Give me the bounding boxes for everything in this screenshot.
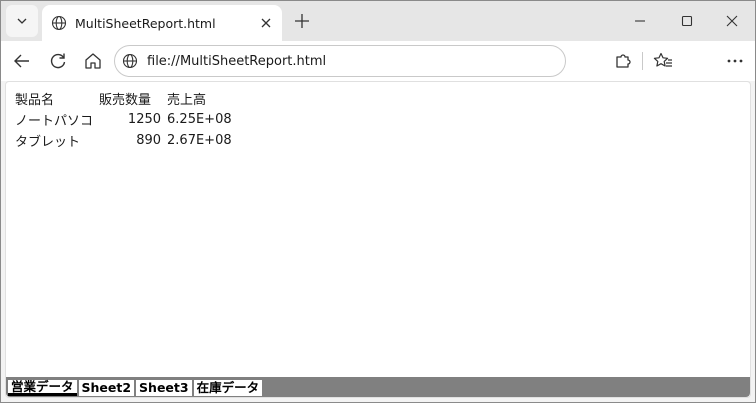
globe-icon bbox=[122, 53, 138, 69]
table-row: ノートパソコ 1250 6.25E+08 bbox=[12, 109, 235, 130]
sheet-tab-sheet2[interactable]: Sheet2 bbox=[78, 380, 135, 396]
cell-sales: 6.25E+08 bbox=[167, 112, 232, 127]
tab-title: MultiSheetReport.html bbox=[75, 15, 216, 31]
cell-quantity: 890 bbox=[136, 133, 162, 148]
favorites-icon[interactable] bbox=[653, 51, 673, 71]
reload-icon[interactable] bbox=[48, 51, 68, 71]
more-icon[interactable] bbox=[725, 51, 745, 71]
browser-tab[interactable]: MultiSheetReport.html bbox=[42, 5, 282, 41]
address-bar[interactable]: file://MultiSheetReport.html bbox=[114, 45, 566, 77]
sheet-tabs: 営業データ Sheet2 Sheet3 在庫データ bbox=[8, 380, 264, 396]
table-header-row: 製品名 販売数量 売上高 bbox=[12, 88, 235, 109]
globe-icon bbox=[51, 15, 67, 31]
cell-sales: 2.67E+08 bbox=[167, 133, 232, 148]
cell-product: タブレット bbox=[15, 135, 81, 150]
close-icon[interactable] bbox=[258, 15, 274, 31]
close-window-icon[interactable] bbox=[723, 12, 741, 30]
sheet-tab-sheet3[interactable]: Sheet3 bbox=[136, 380, 192, 396]
minimize-icon[interactable] bbox=[631, 12, 649, 30]
cell-product: ノートパソコ bbox=[15, 114, 94, 129]
column-header-product: 製品名 bbox=[15, 93, 55, 108]
address-url[interactable]: file://MultiSheetReport.html bbox=[147, 54, 326, 69]
maximize-icon[interactable] bbox=[678, 12, 696, 30]
sheet-tab-inventory[interactable]: 在庫データ bbox=[193, 380, 263, 396]
column-header-quantity: 販売数量 bbox=[99, 93, 152, 108]
page-viewport: 製品名 販売数量 売上高 ノートパソコ 1250 6.25E+08 タブレット … bbox=[5, 81, 751, 398]
sheet-table: 製品名 販売数量 売上高 ノートパソコ 1250 6.25E+08 タブレット … bbox=[12, 88, 235, 151]
arrow-left-icon[interactable] bbox=[12, 51, 32, 71]
sheet-tab-bar: 営業データ Sheet2 Sheet3 在庫データ bbox=[6, 377, 750, 397]
home-icon[interactable] bbox=[83, 51, 103, 71]
browser-toolbar: file://MultiSheetReport.html bbox=[1, 41, 755, 81]
tab-strip: MultiSheetReport.html bbox=[1, 1, 755, 41]
toolbar-divider bbox=[642, 52, 643, 70]
sheet-tab-sales[interactable]: 営業データ bbox=[8, 380, 77, 396]
table-row: タブレット 890 2.67E+08 bbox=[12, 130, 235, 151]
chevron-down-icon bbox=[17, 18, 27, 24]
puzzle-icon[interactable] bbox=[613, 51, 633, 71]
tab-actions-button[interactable] bbox=[6, 5, 38, 37]
cell-quantity: 1250 bbox=[127, 112, 162, 127]
plus-icon[interactable] bbox=[292, 11, 312, 31]
column-header-sales: 売上高 bbox=[167, 93, 207, 108]
browser-window: MultiSheetReport.html file://MultiSheetR… bbox=[0, 0, 756, 403]
